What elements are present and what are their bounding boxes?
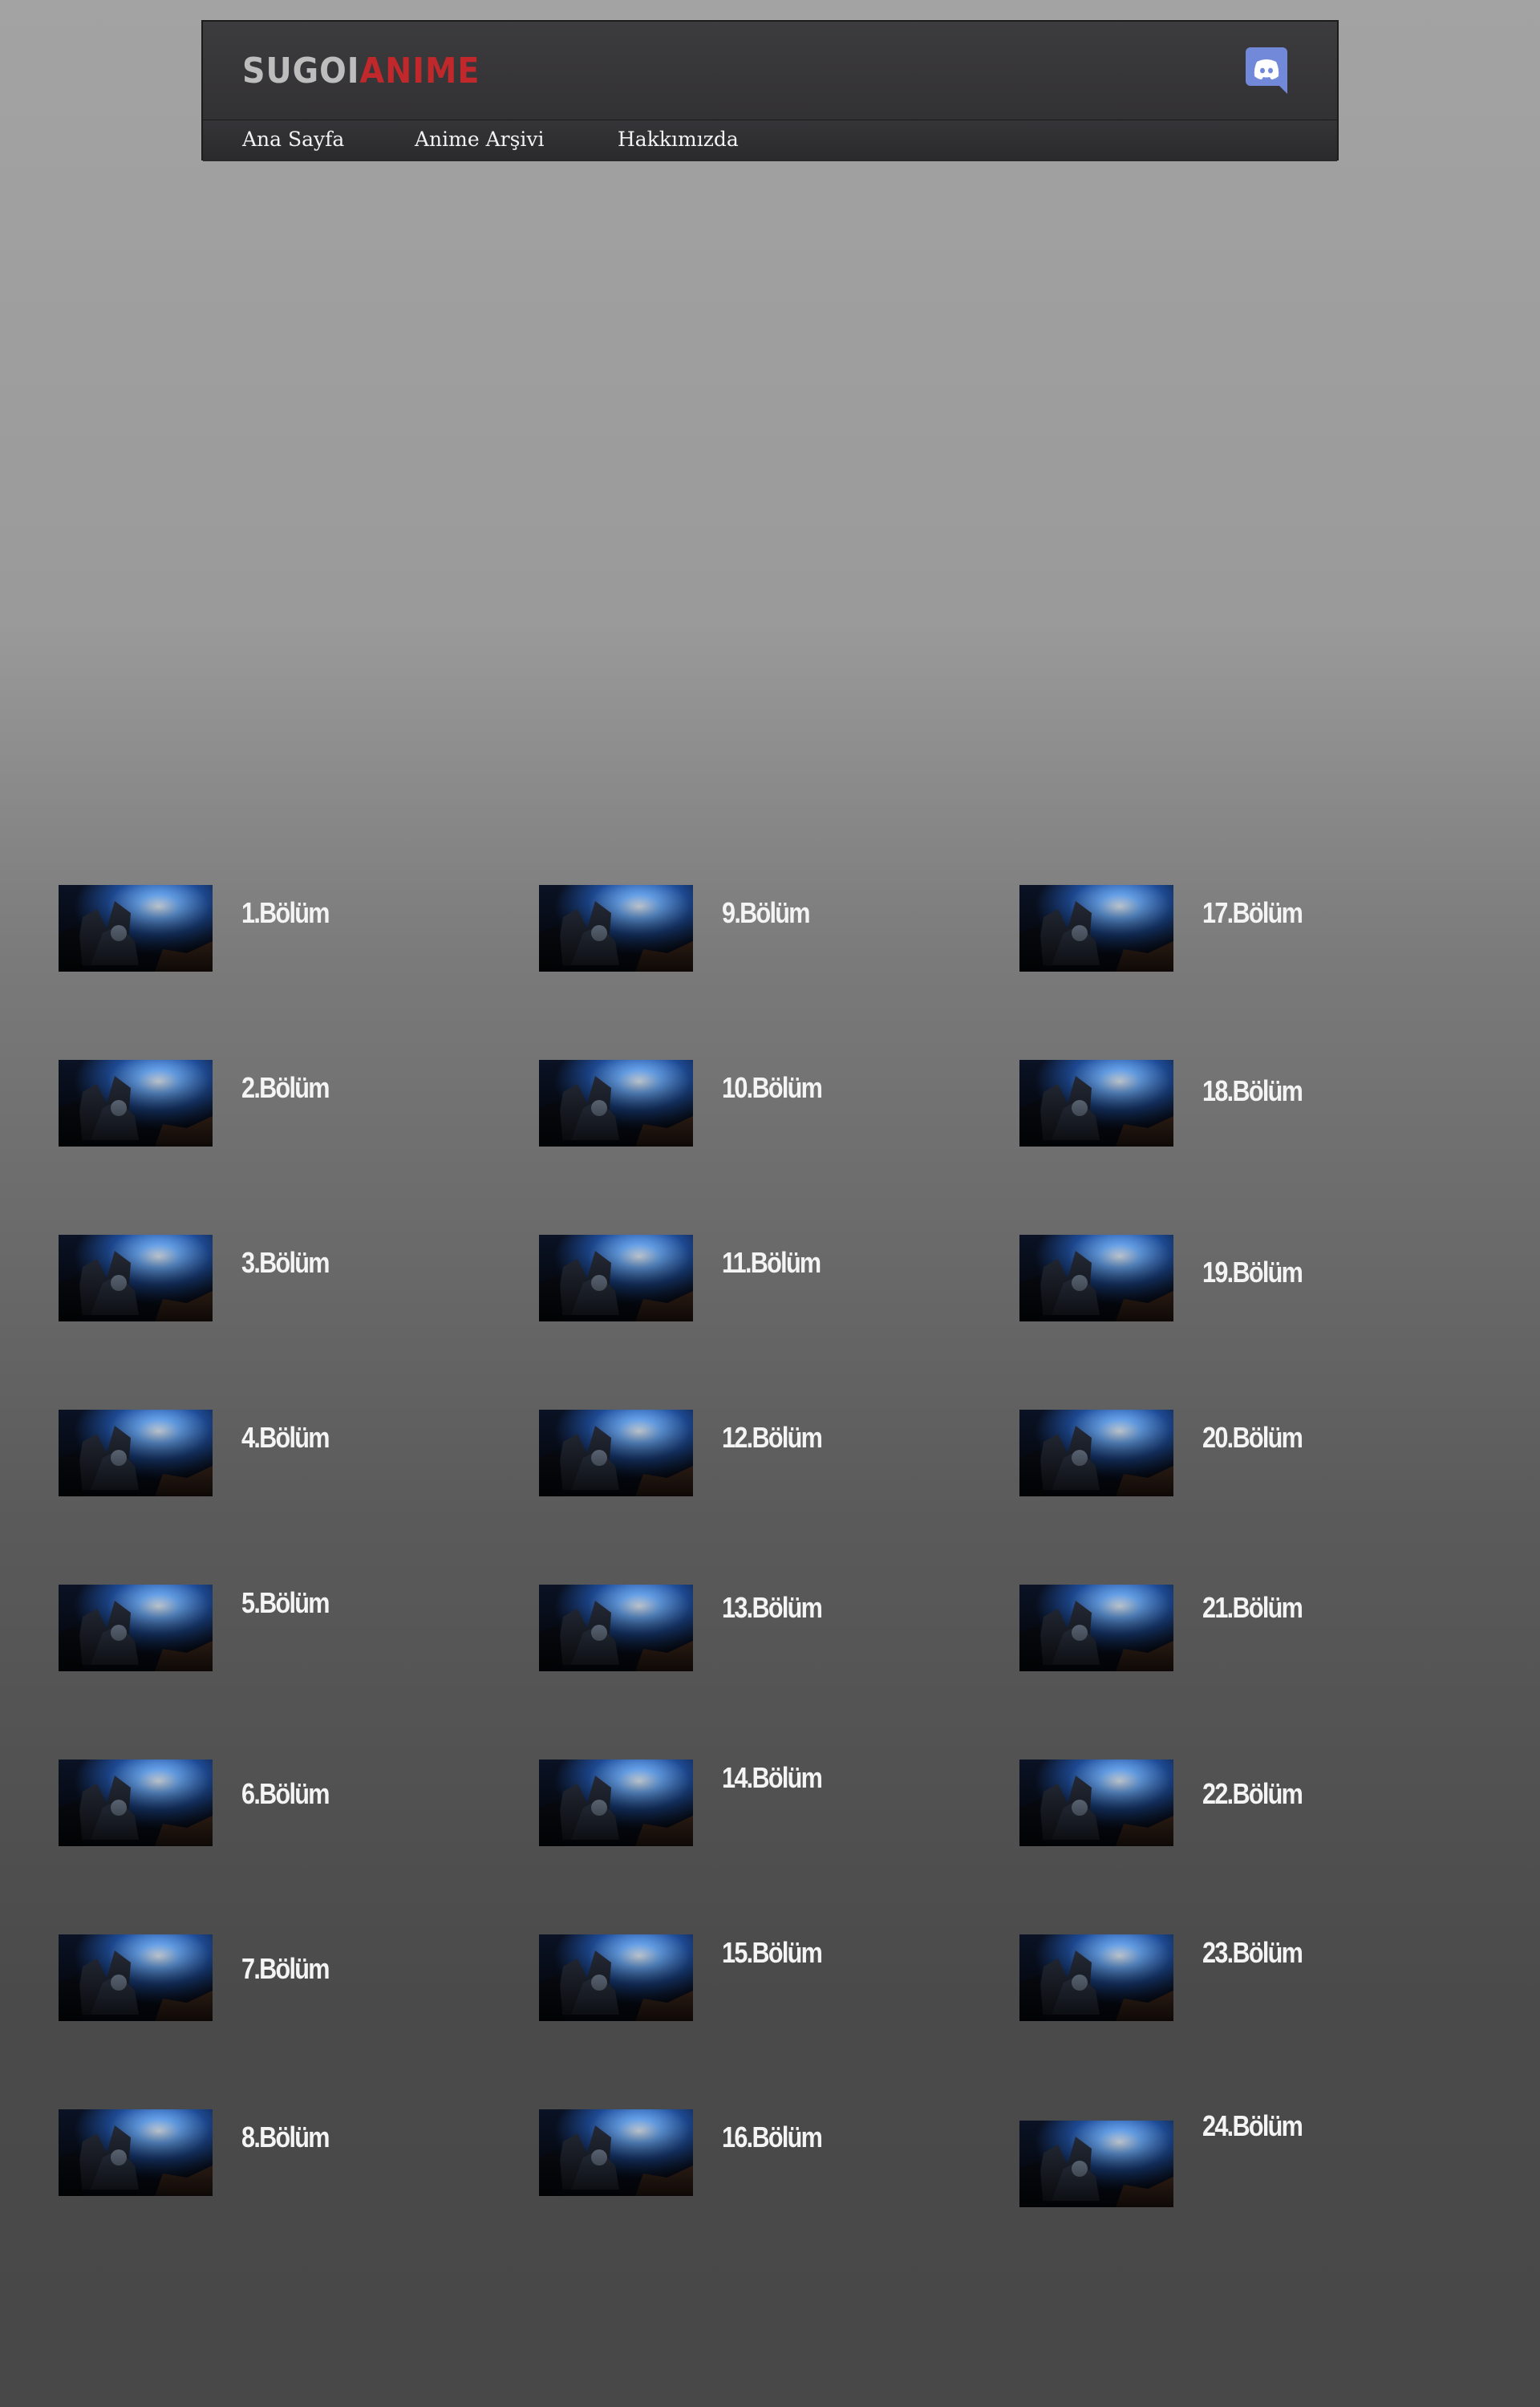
episode-card[interactable]: 17.Bölüm <box>1019 885 1469 981</box>
episode-title-link[interactable]: 20.Bölüm <box>1202 1421 1303 1455</box>
episode-title-link[interactable]: 11.Bölüm <box>722 1246 821 1280</box>
episode-thumbnail[interactable] <box>59 1060 213 1147</box>
logo-text-anime: ANIME <box>359 51 480 91</box>
episode-thumbnail[interactable] <box>59 1235 213 1321</box>
episode-thumbnail[interactable] <box>1019 1235 1173 1321</box>
episode-thumbnail[interactable] <box>539 885 693 972</box>
nav-home[interactable]: Ana Sayfa <box>242 125 344 154</box>
episode-thumbnail[interactable] <box>1019 1585 1173 1671</box>
discord-icon[interactable] <box>1246 47 1287 94</box>
episode-thumbnail[interactable] <box>539 1060 693 1147</box>
episode-title-link[interactable]: 15.Bölüm <box>722 1936 823 1970</box>
episode-title-link[interactable]: 18.Bölüm <box>1202 1074 1303 1108</box>
episode-title-link[interactable]: 8.Bölüm <box>241 2121 330 2154</box>
episode-title-link[interactable]: 14.Bölüm <box>722 1761 823 1795</box>
episode-card[interactable]: 5.Bölüm <box>59 1585 508 1681</box>
episode-thumbnail[interactable] <box>1019 1410 1173 1496</box>
episode-card[interactable]: 18.Bölüm <box>1019 1060 1469 1156</box>
episode-title-link[interactable]: 7.Bölüm <box>241 1952 330 1986</box>
episode-title-link[interactable]: 4.Bölüm <box>241 1421 330 1455</box>
episode-thumbnail[interactable] <box>1019 2121 1173 2207</box>
episode-thumbnail[interactable] <box>539 1235 693 1321</box>
episode-thumbnail[interactable] <box>59 885 213 972</box>
episode-title-link[interactable]: 3.Bölüm <box>241 1246 330 1280</box>
episode-title-link[interactable]: 23.Bölüm <box>1202 1936 1303 1970</box>
episode-card[interactable]: 11.Bölüm <box>539 1235 988 1331</box>
episode-card[interactable]: 9.Bölüm <box>539 885 988 981</box>
episode-thumbnail[interactable] <box>59 1585 213 1671</box>
episode-thumbnail[interactable] <box>539 1934 693 2021</box>
episode-card[interactable]: 12.Bölüm <box>539 1410 988 1506</box>
episode-title-link[interactable]: 19.Bölüm <box>1202 1256 1303 1289</box>
episode-card[interactable]: 19.Bölüm <box>1019 1235 1469 1331</box>
site-logo[interactable]: SUGOIANIME <box>242 51 480 92</box>
episode-thumbnail[interactable] <box>1019 885 1173 972</box>
episode-title-link[interactable]: 5.Bölüm <box>241 1586 330 1620</box>
episode-thumbnail[interactable] <box>59 1934 213 2021</box>
episode-title-link[interactable]: 21.Bölüm <box>1202 1591 1303 1625</box>
nav-about[interactable]: Hakkımızda <box>618 125 739 154</box>
episode-card[interactable]: 6.Bölüm <box>59 1760 508 1856</box>
episode-title-link[interactable]: 22.Bölüm <box>1202 1777 1303 1811</box>
episode-title-link[interactable]: 24.Bölüm <box>1202 2109 1303 2143</box>
episode-card[interactable]: 21.Bölüm <box>1019 1585 1469 1681</box>
episode-title-link[interactable]: 6.Bölüm <box>241 1777 330 1811</box>
episode-thumbnail[interactable] <box>59 1760 213 1846</box>
episode-title-link[interactable]: 9.Bölüm <box>722 896 811 930</box>
episode-card[interactable]: 13.Bölüm <box>539 1585 988 1681</box>
episode-thumbnail[interactable] <box>539 1760 693 1846</box>
episode-card[interactable]: 8.Bölüm <box>59 2109 508 2206</box>
episode-card[interactable]: 1.Bölüm <box>59 885 508 981</box>
logo-text-sugoi: SUGOI <box>242 51 360 91</box>
episode-thumbnail[interactable] <box>59 1410 213 1496</box>
episode-title-link[interactable]: 17.Bölüm <box>1202 896 1303 930</box>
episode-card[interactable]: 7.Bölüm <box>59 1934 508 2031</box>
episode-card[interactable]: 10.Bölüm <box>539 1060 988 1156</box>
site-header: SUGOIANIME Ana Sayfa Anime Arşivi Hakkım… <box>201 20 1339 161</box>
episode-thumbnail[interactable] <box>539 2109 693 2196</box>
episode-card[interactable]: 24.Bölüm <box>1019 2109 1469 2207</box>
episode-card[interactable]: 14.Bölüm <box>539 1760 988 1856</box>
episode-title-link[interactable]: 13.Bölüm <box>722 1591 823 1625</box>
episode-card[interactable]: 4.Bölüm <box>59 1410 508 1506</box>
episode-card[interactable]: 2.Bölüm <box>59 1060 508 1156</box>
episode-title-link[interactable]: 10.Bölüm <box>722 1071 823 1105</box>
episode-thumbnail[interactable] <box>539 1585 693 1671</box>
main-nav: Ana Sayfa Anime Arşivi Hakkımızda <box>203 120 1337 161</box>
episode-title-link[interactable]: 2.Bölüm <box>241 1071 330 1105</box>
episode-title-link[interactable]: 12.Bölüm <box>722 1421 823 1455</box>
episode-title-link[interactable]: 16.Bölüm <box>722 2121 823 2154</box>
episode-card[interactable]: 3.Bölüm <box>59 1235 508 1331</box>
episode-card[interactable]: 23.Bölüm <box>1019 1934 1469 2031</box>
episode-thumbnail[interactable] <box>59 2109 213 2196</box>
episode-card[interactable]: 22.Bölüm <box>1019 1760 1469 1856</box>
episode-title-link[interactable]: 1.Bölüm <box>241 896 330 930</box>
episode-thumbnail[interactable] <box>1019 1760 1173 1846</box>
episode-card[interactable]: 20.Bölüm <box>1019 1410 1469 1506</box>
nav-anime-archive[interactable]: Anime Arşivi <box>415 125 545 154</box>
episode-card[interactable]: 15.Bölüm <box>539 1934 988 2031</box>
episode-thumbnail[interactable] <box>1019 1060 1173 1147</box>
episode-card[interactable]: 16.Bölüm <box>539 2109 988 2206</box>
episode-thumbnail[interactable] <box>539 1410 693 1496</box>
episode-thumbnail[interactable] <box>1019 1934 1173 2021</box>
